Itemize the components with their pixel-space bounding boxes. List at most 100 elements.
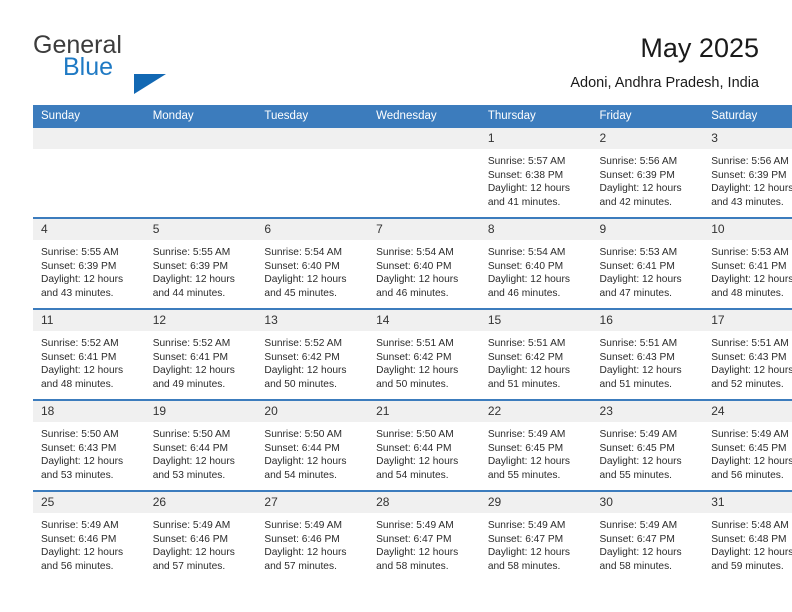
day-number: 14 <box>368 310 480 331</box>
daylight-text-line2: and 46 minutes. <box>376 287 449 299</box>
sunrise-text: Sunrise: 5:53 AM <box>599 247 678 258</box>
calendar-day-cell[interactable]: 26 Sunrise: 5:49 AM Sunset: 6:46 PM Dayligh… <box>144 490 257 581</box>
weekday-header-row: Sunday Monday Tuesday Wednesday Thursday… <box>33 105 792 128</box>
day-details: Sunrise: 5:56 AM Sunset: 6:39 PM Daylight:… <box>703 149 792 209</box>
day-number: 12 <box>144 310 257 331</box>
calendar-day-cell[interactable]: 30 Sunrise: 5:49 AM Sunset: 6:47 PM Dayligh… <box>591 490 704 581</box>
sunset-text: Sunset: 6:44 PM <box>376 442 452 454</box>
sunrise-text: Sunrise: 5:51 AM <box>376 338 454 349</box>
sunrise-text: Sunrise: 5:53 AM <box>711 247 789 258</box>
sunset-text: Sunset: 6:39 PM <box>152 260 229 272</box>
calendar-day-cell[interactable]: 17 Sunrise: 5:51 AM Sunset: 6:43 PM Dayligh… <box>703 308 792 400</box>
daylight-text-line2: and 58 minutes. <box>599 560 673 572</box>
daylight-text-line1: Daylight: 12 hours <box>599 365 682 377</box>
calendar-day-cell[interactable]: 11 Sunrise: 5:52 AM Sunset: 6:41 PM Dayligh… <box>33 308 145 400</box>
sunset-text: Sunset: 6:41 PM <box>711 260 787 272</box>
calendar-day-cell[interactable]: 8 Sunrise: 5:54 AM Sunset: 6:40 PM Daylight… <box>479 217 592 309</box>
day-details: Sunrise: 5:54 AM Sunset: 6:40 PM Daylight:… <box>480 240 592 300</box>
calendar-day-cell[interactable]: 6 Sunrise: 5:54 AM Sunset: 6:40 PM Daylight… <box>256 217 369 309</box>
calendar-day-cell[interactable]: 1 Sunrise: 5:57 AM Sunset: 6:38 PM Daylight… <box>479 128 592 218</box>
daylight-text-line1: Daylight: 12 hours <box>711 456 792 468</box>
calendar-day-cell[interactable]: 12 Sunrise: 5:52 AM Sunset: 6:41 PM Dayligh… <box>144 308 257 400</box>
calendar-grid: Sunday Monday Tuesday Wednesday Thursday… <box>33 105 792 581</box>
calendar-body: 1 Sunrise: 5:57 AM Sunset: 6:38 PM Daylight… <box>33 128 792 581</box>
calendar-day-cell[interactable]: 13 Sunrise: 5:52 AM Sunset: 6:42 PM Dayligh… <box>256 308 369 400</box>
calendar-day-cell[interactable]: 31 Sunrise: 5:48 AM Sunset: 6:48 PM Dayligh… <box>703 490 792 581</box>
daylight-text-line1: Daylight: 12 hours <box>487 274 570 286</box>
day-details: Sunrise: 5:50 AM Sunset: 6:44 PM Daylight:… <box>145 422 257 482</box>
calendar-day-cell[interactable]: 29 Sunrise: 5:49 AM Sunset: 6:47 PM Dayligh… <box>479 490 592 581</box>
calendar-day-cell[interactable]: 19 Sunrise: 5:50 AM Sunset: 6:44 PM Dayligh… <box>144 399 257 491</box>
day-details: Sunrise: 5:49 AM Sunset: 6:47 PM Daylight:… <box>368 513 480 573</box>
calendar-day-cell-empty <box>33 128 145 218</box>
calendar-day-cell[interactable]: 18 Sunrise: 5:50 AM Sunset: 6:43 PM Dayligh… <box>33 399 145 491</box>
day-details: Sunrise: 5:51 AM Sunset: 6:43 PM Daylight:… <box>592 331 704 391</box>
daylight-text-line1: Daylight: 12 hours <box>487 456 570 468</box>
calendar-day-cell[interactable]: 27 Sunrise: 5:49 AM Sunset: 6:46 PM Dayligh… <box>256 490 369 581</box>
calendar-day-cell[interactable]: 25 Sunrise: 5:49 AM Sunset: 6:46 PM Dayligh… <box>33 490 145 581</box>
calendar-day-cell[interactable]: 15 Sunrise: 5:51 AM Sunset: 6:42 PM Dayligh… <box>479 308 592 400</box>
calendar-day-cell[interactable]: 5 Sunrise: 5:55 AM Sunset: 6:39 PM Daylight… <box>144 217 257 309</box>
calendar-day-cell[interactable]: 21 Sunrise: 5:50 AM Sunset: 6:44 PM Dayligh… <box>368 399 480 491</box>
calendar-day-cell[interactable]: 2 Sunrise: 5:56 AM Sunset: 6:39 PM Daylight… <box>591 128 704 218</box>
day-number: 6 <box>256 219 369 240</box>
day-details: Sunrise: 5:51 AM Sunset: 6:43 PM Daylight:… <box>703 331 792 391</box>
sunset-text: Sunset: 6:47 PM <box>376 533 452 545</box>
calendar-day-cell[interactable]: 9 Sunrise: 5:53 AM Sunset: 6:41 PM Daylight… <box>591 217 704 309</box>
daylight-text-line2: and 48 minutes. <box>41 378 114 390</box>
sunrise-text: Sunrise: 5:50 AM <box>376 429 454 440</box>
day-details: Sunrise: 5:50 AM Sunset: 6:43 PM Daylight:… <box>33 422 145 482</box>
day-details: Sunrise: 5:48 AM Sunset: 6:48 PM Daylight:… <box>703 513 792 573</box>
daylight-text-line1: Daylight: 12 hours <box>599 274 682 286</box>
weekday-header-friday: Friday <box>591 105 704 128</box>
sunset-text: Sunset: 6:39 PM <box>599 169 675 181</box>
calendar-day-cell[interactable]: 16 Sunrise: 5:51 AM Sunset: 6:43 PM Dayligh… <box>591 308 704 400</box>
day-number: 9 <box>591 219 704 240</box>
day-number: 1 <box>479 128 592 149</box>
sunrise-text: Sunrise: 5:54 AM <box>264 247 342 258</box>
daylight-text-line1: Daylight: 12 hours <box>152 456 235 468</box>
day-number: 28 <box>368 492 480 513</box>
calendar-day-cell[interactable]: 24 Sunrise: 5:49 AM Sunset: 6:45 PM Dayligh… <box>703 399 792 491</box>
calendar-day-cell[interactable]: 7 Sunrise: 5:54 AM Sunset: 6:40 PM Daylight… <box>368 217 480 309</box>
sunset-text: Sunset: 6:39 PM <box>711 169 787 181</box>
daylight-text-line2: and 54 minutes. <box>376 469 449 481</box>
day-details: Sunrise: 5:51 AM Sunset: 6:42 PM Daylight:… <box>480 331 592 391</box>
daylight-text-line2: and 58 minutes. <box>487 560 561 572</box>
calendar-day-cell[interactable]: 23 Sunrise: 5:49 AM Sunset: 6:45 PM Dayligh… <box>591 399 704 491</box>
daylight-text-line1: Daylight: 12 hours <box>711 274 792 286</box>
sunset-text: Sunset: 6:38 PM <box>487 169 564 181</box>
day-number: 25 <box>33 492 145 513</box>
triangle-right-icon <box>134 74 166 94</box>
weekday-header-tuesday: Tuesday <box>256 105 369 128</box>
daylight-text-line1: Daylight: 12 hours <box>264 274 347 286</box>
daylight-text-line1: Daylight: 12 hours <box>152 547 235 559</box>
calendar-day-cell[interactable]: 3 Sunrise: 5:56 AM Sunset: 6:39 PM Daylight… <box>703 128 792 218</box>
sunrise-text: Sunrise: 5:50 AM <box>41 429 119 440</box>
calendar-day-cell[interactable]: 10 Sunrise: 5:53 AM Sunset: 6:41 PM Dayligh… <box>703 217 792 309</box>
calendar-day-cell[interactable]: 20 Sunrise: 5:50 AM Sunset: 6:44 PM Dayligh… <box>256 399 369 491</box>
sunrise-text: Sunrise: 5:49 AM <box>599 520 678 531</box>
sunset-text: Sunset: 6:40 PM <box>376 260 452 272</box>
sunset-text: Sunset: 6:48 PM <box>711 533 787 545</box>
calendar-day-cell[interactable]: 22 Sunrise: 5:49 AM Sunset: 6:45 PM Dayligh… <box>479 399 592 491</box>
daylight-text-line2: and 49 minutes. <box>152 378 226 390</box>
day-details: Sunrise: 5:49 AM Sunset: 6:46 PM Daylight:… <box>145 513 257 573</box>
calendar-day-cell[interactable]: 4 Sunrise: 5:55 AM Sunset: 6:39 PM Daylight… <box>33 217 145 309</box>
sunset-text: Sunset: 6:45 PM <box>599 442 675 454</box>
sunset-text: Sunset: 6:44 PM <box>152 442 229 454</box>
day-details: Sunrise: 5:55 AM Sunset: 6:39 PM Daylight:… <box>145 240 257 300</box>
calendar-day-cell[interactable]: 28 Sunrise: 5:49 AM Sunset: 6:47 PM Dayligh… <box>368 490 480 581</box>
sunset-text: Sunset: 6:42 PM <box>376 351 452 363</box>
daylight-text-line1: Daylight: 12 hours <box>41 274 124 286</box>
page-subtitle: Adoni, Andhra Pradesh, India <box>570 75 759 91</box>
brand-logo[interactable]: General Blue <box>33 32 293 94</box>
day-number: 18 <box>33 401 145 422</box>
daylight-text-line2: and 44 minutes. <box>152 287 226 299</box>
brand-name-blue: Blue <box>63 53 114 81</box>
calendar-day-cell[interactable]: 14 Sunrise: 5:51 AM Sunset: 6:42 PM Dayligh… <box>368 308 480 400</box>
day-number: 26 <box>144 492 257 513</box>
sunset-text: Sunset: 6:46 PM <box>152 533 229 545</box>
sunrise-text: Sunrise: 5:49 AM <box>376 520 454 531</box>
daylight-text-line2: and 51 minutes. <box>487 378 561 390</box>
